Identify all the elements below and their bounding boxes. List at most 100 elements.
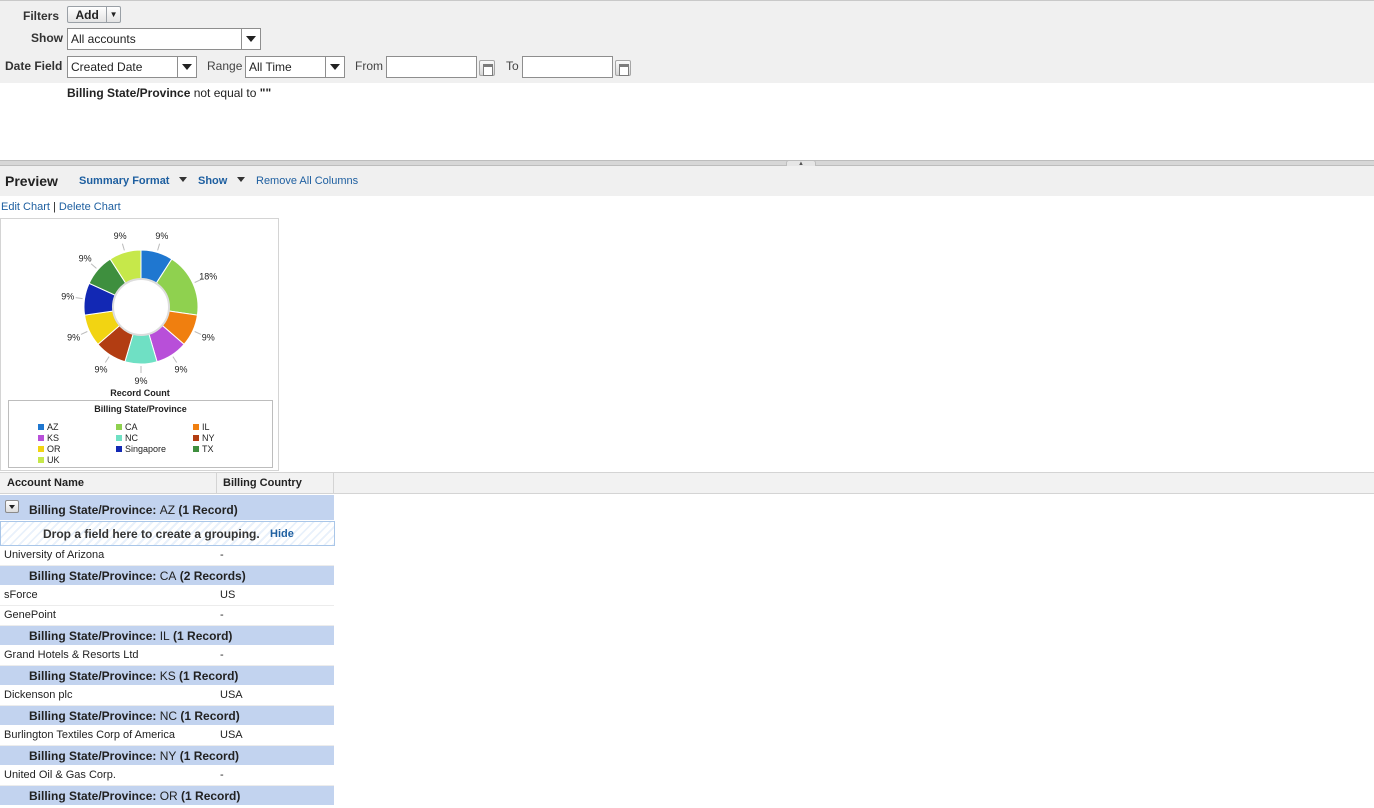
legend-swatch xyxy=(116,435,122,441)
group-value: OR xyxy=(159,789,178,803)
legend-swatch xyxy=(38,424,44,430)
group-value: IL xyxy=(159,629,170,643)
range-select-value: All Time xyxy=(249,60,292,74)
from-date-input[interactable] xyxy=(386,56,477,78)
date-field-label: Date Field xyxy=(5,59,63,73)
legend-swatch xyxy=(38,435,44,441)
summary-format-menu[interactable]: Summary Format xyxy=(79,175,169,187)
slice-label: 9% xyxy=(174,364,187,374)
to-calendar-icon[interactable] xyxy=(615,60,631,76)
slice-leader-line xyxy=(172,356,178,363)
cell-account-name: Burlington Textiles Corp of America xyxy=(4,729,175,741)
legend-item-singapore: Singapore xyxy=(116,444,166,454)
table-row: Burlington Textiles Corp of America USA xyxy=(0,726,334,746)
preview-title: Preview xyxy=(5,173,58,189)
table-row: GenePoint - xyxy=(0,606,334,626)
slice-label: 9% xyxy=(79,254,92,264)
to-label: To xyxy=(506,59,519,73)
cell-billing-country: - xyxy=(220,769,224,781)
filters-label: Filters xyxy=(23,9,60,23)
slice-leader-line xyxy=(104,356,110,363)
summary-format-dropdown-icon[interactable] xyxy=(179,177,187,182)
column-header-billing-country[interactable]: Billing Country xyxy=(223,477,302,489)
group-count: (1 Record) xyxy=(175,503,238,517)
from-calendar-icon[interactable] xyxy=(479,60,495,76)
legend-label: AZ xyxy=(47,422,59,432)
criteria-operator: not equal to xyxy=(190,86,260,100)
slice-label: 9% xyxy=(61,291,74,301)
group-field: Billing State/Province: xyxy=(29,749,160,763)
chart-links: Edit Chart | Delete Chart xyxy=(1,201,121,213)
legend-swatch xyxy=(116,424,122,430)
legend-title: Billing State/Province xyxy=(94,404,187,414)
delete-chart-link[interactable]: Delete Chart xyxy=(59,201,121,213)
slice-leader-line xyxy=(90,263,97,269)
add-filter-button[interactable]: Add ▼ xyxy=(67,6,121,23)
slice-label: 9% xyxy=(202,333,215,343)
range-label: Range xyxy=(207,59,243,73)
column-divider[interactable] xyxy=(333,473,334,494)
remove-all-columns-link[interactable]: Remove All Columns xyxy=(256,175,358,187)
slice-label: 9% xyxy=(67,333,80,343)
slice-label: 18% xyxy=(199,271,217,281)
group-count: (1 Record) xyxy=(175,669,239,683)
range-arrow-icon[interactable] xyxy=(325,57,344,77)
date-field-select[interactable]: Created Date xyxy=(67,56,197,78)
chart-links-separator: | xyxy=(49,201,59,213)
legend-label: CA xyxy=(125,422,138,432)
chart-legend: Billing State/Province AZ CA IL KS NC NY OR Sin… xyxy=(8,400,273,468)
cell-billing-country: - xyxy=(220,609,224,621)
legend-item-ks: KS xyxy=(38,433,59,443)
table-row: Dickenson plc USA xyxy=(0,686,334,706)
range-select[interactable]: All Time xyxy=(245,56,345,78)
cell-account-name: sForce xyxy=(4,589,38,601)
group-value: KS xyxy=(159,669,176,683)
show-dropdown-icon[interactable] xyxy=(237,177,245,182)
group-count: (1 Record) xyxy=(176,749,240,763)
date-field-arrow-icon[interactable] xyxy=(177,57,196,77)
filter-criteria[interactable]: Billing State/Province not equal to "" xyxy=(67,86,271,100)
legend-label: OR xyxy=(47,444,61,454)
column-header-account-name[interactable]: Account Name xyxy=(7,477,84,489)
legend-swatch xyxy=(38,446,44,452)
donut-chart: 9% 18% 9% 9% 9% 9% 9% 9% 9% 9% Record Count xyxy=(61,231,217,398)
legend-label: TX xyxy=(202,444,214,454)
group-field: Billing State/Province: xyxy=(29,569,160,583)
table-row: University of Arizona - xyxy=(0,546,334,566)
legend-item-tx: TX xyxy=(193,444,214,454)
group-field: Billing State/Province: xyxy=(29,503,160,517)
table-row: United Oil & Gas Corp. - xyxy=(0,766,334,786)
slice-leader-line xyxy=(157,243,161,251)
drop-zone-hide-link[interactable]: Hide xyxy=(270,528,294,540)
edit-chart-link[interactable]: Edit Chart xyxy=(1,201,50,213)
legend-item-il: IL xyxy=(193,422,210,432)
group-count: (1 Record) xyxy=(169,629,233,643)
group-header-az: Billing State/Province: AZ (1 Record) xyxy=(0,495,334,521)
group-header-or: Billing State/Province: OR (1 Record) xyxy=(0,786,334,806)
group-value: NY xyxy=(159,749,177,763)
preview-toolbar: Preview Summary Format Show Remove All C… xyxy=(0,166,1374,196)
slice-label: 9% xyxy=(155,231,168,241)
to-date-input[interactable] xyxy=(522,56,613,78)
legend-item-uk: UK xyxy=(38,455,60,465)
chart-container: 9% 18% 9% 9% 9% 9% 9% 9% 9% 9% Record Count Billin… xyxy=(0,218,279,471)
add-dropdown-arrow-icon[interactable]: ▼ xyxy=(106,7,120,22)
cell-billing-country: - xyxy=(220,649,224,661)
table-row: sForce US xyxy=(0,586,334,606)
show-select[interactable]: All accounts xyxy=(67,28,261,50)
show-select-value: All accounts xyxy=(71,32,136,46)
show-menu[interactable]: Show xyxy=(198,175,227,187)
slice-leader-line xyxy=(75,297,83,300)
table-header: Account Name Billing Country xyxy=(0,472,1374,494)
legend-swatch xyxy=(116,446,122,452)
cell-billing-country: USA xyxy=(220,689,243,701)
show-select-arrow-icon[interactable] xyxy=(241,29,260,49)
group-collapse-icon[interactable] xyxy=(5,500,19,513)
group-value: CA xyxy=(159,569,177,583)
legend-item-az: AZ xyxy=(38,422,59,432)
column-divider[interactable] xyxy=(216,473,217,494)
add-filter-label: Add xyxy=(75,7,99,22)
group-header-ks: Billing State/Province: KS (1 Record) xyxy=(0,666,334,686)
grouping-drop-zone[interactable]: Drop a field here to create a grouping. H… xyxy=(0,521,335,546)
group-field: Billing State/Province: xyxy=(29,709,160,723)
